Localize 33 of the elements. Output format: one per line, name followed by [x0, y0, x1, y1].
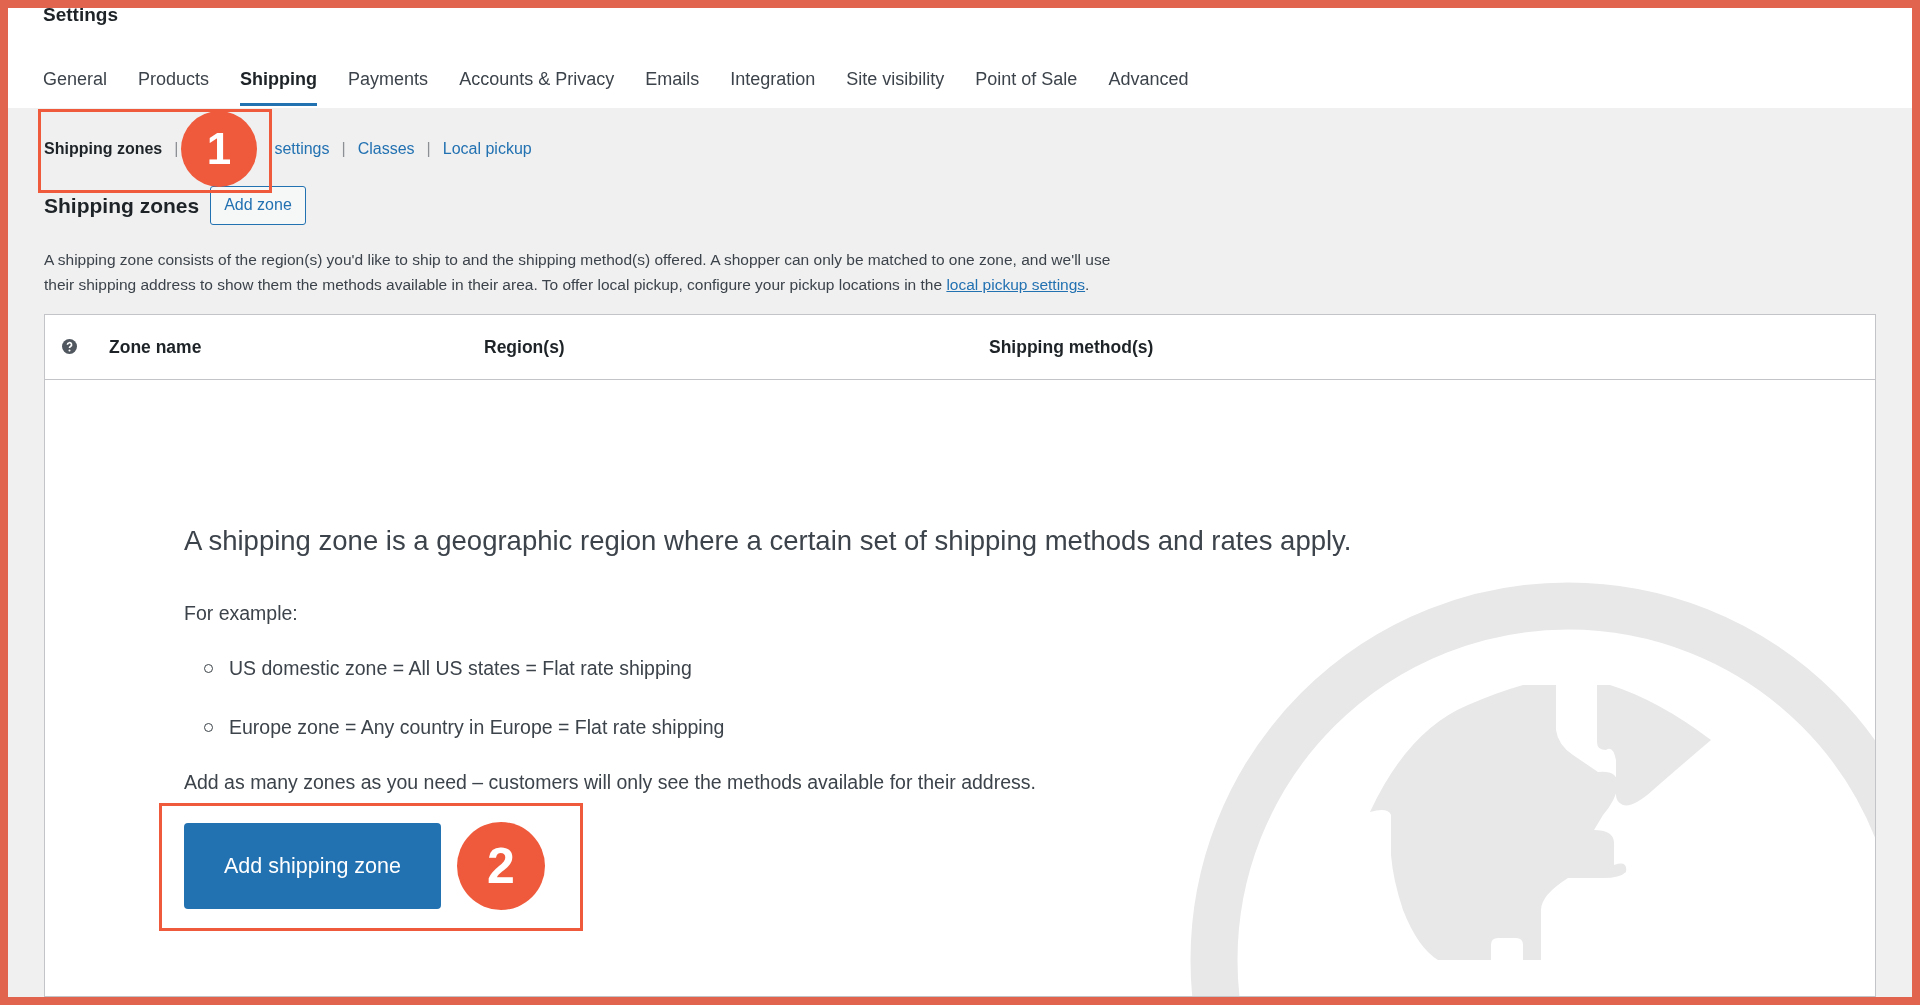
tab[interactable]: Integration — [730, 65, 816, 106]
example-intro: For example: — [184, 601, 299, 627]
add-shipping-zone-button[interactable]: Add shipping zone — [184, 823, 441, 910]
separator: | — [174, 139, 179, 159]
subnav-link[interactable]: Shipping zones — [44, 137, 163, 161]
separator: | — [341, 139, 346, 159]
tab[interactable]: Accounts & Privacy — [459, 65, 615, 106]
add-zone-button[interactable]: Add zone — [210, 186, 306, 225]
empty-state-headline: A shipping zone is a geographic region where a certain set of shipping methods and rates apply. — [184, 523, 1353, 558]
step-number-badge: 2 — [457, 822, 545, 911]
tab[interactable]: Advanced — [1108, 65, 1189, 106]
section-heading: Shipping zones — [44, 192, 200, 218]
column-header: Region(s) — [484, 335, 566, 359]
column-header: Zone name — [109, 335, 203, 359]
tab[interactable]: Point of Sale — [975, 65, 1078, 106]
help-icon[interactable] — [62, 339, 77, 355]
column-header: Shipping method(s) — [989, 335, 1154, 359]
tab[interactable]: Emails — [645, 65, 700, 106]
separator: | — [426, 139, 431, 159]
empty-state-note: Add as many zones as you need – customers will only see the methods available for their address. — [184, 769, 1037, 795]
step-number-badge: 1 — [181, 111, 257, 187]
tab[interactable]: Shipping — [240, 65, 318, 106]
page-title: Settings — [43, 8, 119, 27]
tab[interactable]: Payments — [348, 65, 429, 106]
tab[interactable]: Site visibility — [846, 65, 945, 106]
subnav-link[interactable]: Classes — [357, 137, 415, 161]
tab[interactable]: Products — [138, 65, 210, 106]
tab[interactable]: General — [43, 65, 108, 106]
example-text: US domestic zone = All US states = Flat rate shipping — [229, 656, 692, 682]
description-text: A shipping zone consists of the region(s) you'd like to ship to and the shipping method(s) offered. A shopper can only be matched to one zone, and we'll use their shipping address to show them the methods available in their area. To offer local pickup, configure your pickup locations in the local pickup settings. — [44, 249, 1112, 296]
subnav-link[interactable]: Local pickup — [442, 137, 532, 161]
subnav-link[interactable]: settings — [274, 137, 330, 161]
example-text: Europe zone = Any country in Europe = Flat rate shipping — [229, 714, 725, 740]
